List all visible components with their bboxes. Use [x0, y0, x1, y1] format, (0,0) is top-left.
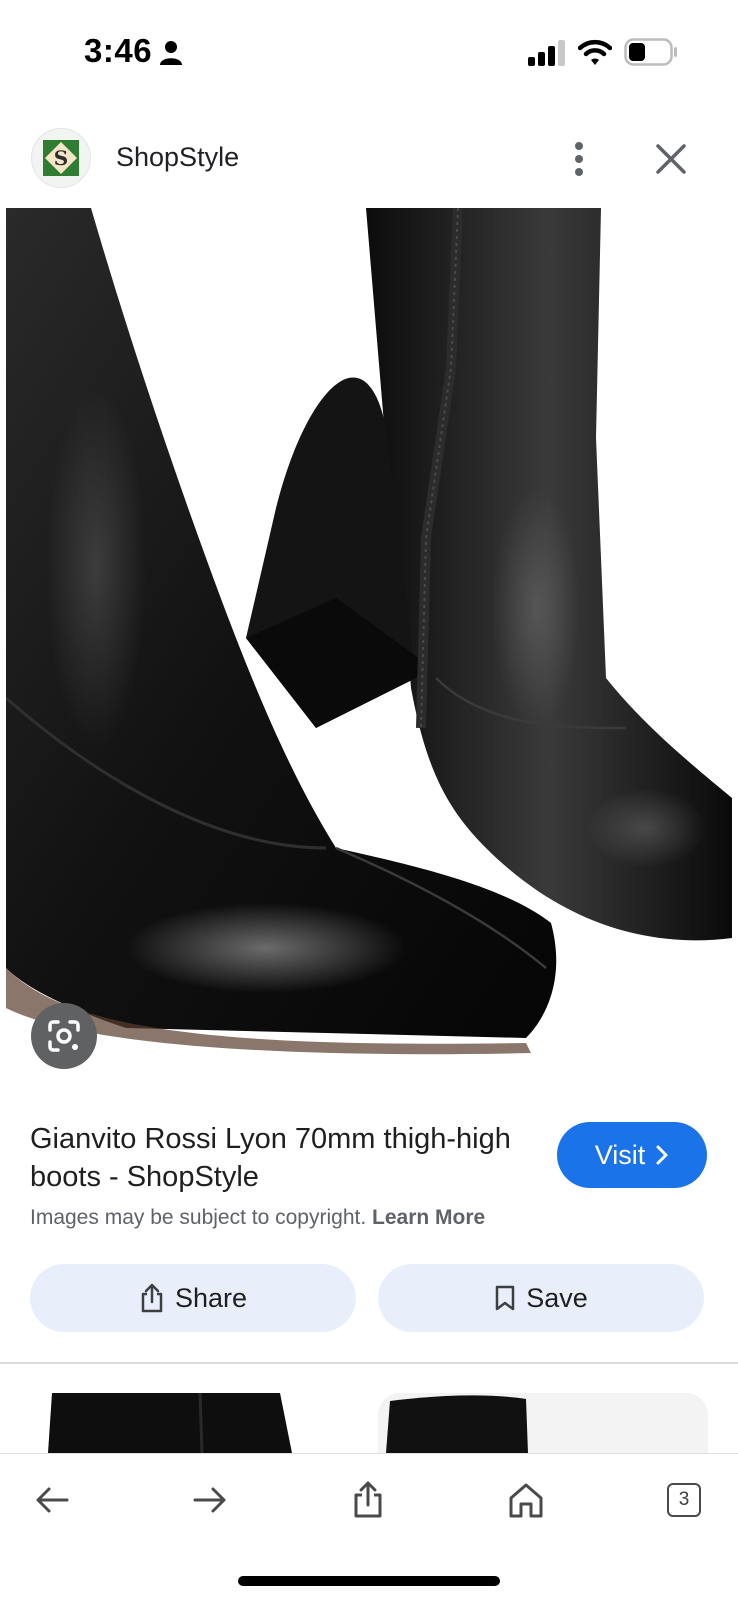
site-name[interactable]: ShopStyle	[116, 142, 239, 173]
product-image[interactable]	[6, 208, 732, 1098]
forward-button[interactable]	[182, 1474, 238, 1526]
share-icon	[141, 1283, 163, 1313]
divider	[0, 1362, 738, 1364]
lens-button[interactable]	[31, 1003, 97, 1069]
product-title[interactable]: Gianvito Rossi Lyon 70mm thigh-high boot…	[30, 1120, 530, 1196]
home-icon	[509, 1483, 543, 1518]
share-page-button[interactable]	[340, 1474, 396, 1526]
tabs-button[interactable]: 3	[656, 1474, 712, 1526]
home-indicator[interactable]	[238, 1576, 500, 1586]
forward-arrow-icon	[193, 1487, 226, 1513]
back-arrow-icon	[36, 1487, 69, 1513]
chevron-right-icon	[656, 1145, 668, 1165]
shopstyle-logo-icon: S	[43, 140, 79, 176]
back-button[interactable]	[24, 1474, 80, 1526]
save-button[interactable]: Save	[378, 1264, 704, 1332]
boots-photo	[6, 208, 732, 1055]
lens-icon	[48, 1020, 80, 1052]
home-button[interactable]	[498, 1474, 554, 1526]
status-time: 3:46	[84, 32, 153, 69]
person-icon	[160, 41, 182, 65]
more-vert-icon[interactable]	[566, 140, 592, 178]
save-label: Save	[526, 1282, 588, 1313]
tab-count: 3	[667, 1483, 701, 1517]
related-boot-photo	[386, 1395, 528, 1453]
share-button[interactable]: Share	[30, 1264, 356, 1332]
learn-more-link[interactable]: Learn More	[372, 1206, 485, 1229]
share-label: Share	[174, 1282, 248, 1313]
logo-letter: S	[54, 146, 68, 170]
copyright-text: Images may be subject to copyright.	[30, 1206, 367, 1229]
related-image-thumbnail[interactable]	[378, 1393, 708, 1453]
related-image-thumbnail[interactable]	[30, 1393, 362, 1453]
signal-icon	[528, 40, 565, 66]
wifi-icon	[578, 39, 612, 65]
bookmark-icon	[495, 1285, 515, 1311]
related-boot-photo	[48, 1393, 292, 1453]
site-logo[interactable]: S	[31, 128, 91, 188]
copyright-notice: Images may be subject to copyright. Lear…	[30, 1206, 485, 1230]
close-icon[interactable]	[654, 142, 688, 176]
share-icon	[354, 1481, 382, 1518]
visit-label: Visit	[594, 1139, 646, 1170]
battery-icon	[624, 38, 677, 66]
visit-button[interactable]: Visit	[557, 1122, 707, 1188]
